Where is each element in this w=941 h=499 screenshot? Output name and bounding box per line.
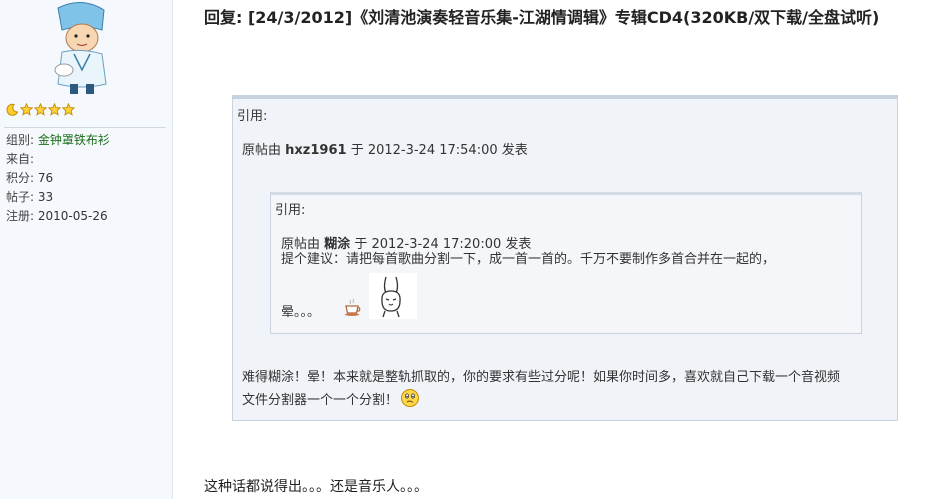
inner-quote-line2: 晕。。。 — [281, 305, 321, 320]
user-registered-row: 注册: 2010-05-26 — [6, 207, 110, 226]
user-group-row: 组别: 金钟罩铁布衫 — [6, 131, 110, 150]
post-content: 回复: [24/3/2012]《刘清池演奏轻音乐集-江湖情调辑》专辑CD4(32… — [173, 0, 941, 499]
points-label: 积分: — [6, 171, 35, 185]
user-info: 组别: 金钟罩铁布衫 来自: 积分: 76 帖子: 33 注册: 2010-05… — [6, 131, 110, 226]
registered-label: 注册: — [6, 209, 35, 223]
post-title: 回复: [24/3/2012]《刘清池演奏轻音乐集-江湖情调辑》专辑CD4(32… — [204, 8, 880, 27]
group-value: 金钟罩铁布衫 — [37, 133, 110, 147]
star-icon — [48, 102, 61, 116]
quoted-reply-line2: 文件分割器一个一个分割！ — [242, 393, 399, 408]
user-avatar[interactable] — [44, 0, 120, 96]
moon-icon — [6, 103, 19, 116]
user-from-row: 来自: — [6, 150, 110, 169]
registered-value: 2010-05-26 — [37, 209, 108, 223]
user-posts-row: 帖子: 33 — [6, 188, 110, 207]
rabbit-emoticon-icon — [369, 273, 417, 319]
quote-by-prefix: 原帖由 — [242, 143, 282, 158]
inner-quote-block: 引用: 原帖由 糊涂 于 2012-3-24 17:20:00 发表 提个建议：… — [270, 192, 862, 334]
star-icon — [34, 102, 47, 116]
inner-quote-label: 引用: — [275, 203, 306, 218]
group-label: 组别: — [6, 133, 35, 147]
quoted-reply-text: 难得糊涂！晕！本来就是整轨抓取的，你的要求有些过分呢！如果你时间多，喜欢就自己下… — [242, 367, 882, 411]
user-rank-stars — [6, 101, 75, 117]
from-label: 来自: — [6, 152, 35, 166]
posts-value: 33 — [37, 190, 54, 204]
quote-attribution: 原帖由 hxz1961 于 2012-3-24 17:54:00 发表 — [242, 139, 528, 158]
quote-label: 引用: — [237, 109, 268, 124]
user-points-row: 积分: 76 — [6, 169, 110, 188]
points-value: 76 — [37, 171, 54, 185]
quote-author[interactable]: hxz1961 — [285, 143, 346, 158]
quoted-reply-line2-row: 文件分割器一个一个分割！ — [242, 388, 882, 411]
star-icon — [62, 102, 75, 116]
quoted-reply-line1: 难得糊涂！晕！本来就是整轨抓取的，你的要求有些过分呢！如果你时间多，喜欢就自己下… — [242, 370, 841, 385]
post-body-text: 这种话都说得出。。。还是音乐人。。。 — [204, 479, 428, 495]
user-sidebar: 组别: 金钟罩铁布衫 来自: 积分: 76 帖子: 33 注册: 2010-05… — [0, 0, 173, 499]
inner-quote-line1: 提个建议：请把每首歌曲分割一下，成一首一首的。千万不要制作多首合并在一起的， — [281, 252, 776, 267]
star-icon — [20, 102, 33, 116]
coffee-cup-icon — [345, 298, 361, 316]
quote-by-suffix: 于 2012-3-24 17:54:00 发表 — [350, 143, 528, 158]
outer-quote-block: 引用: 原帖由 hxz1961 于 2012-3-24 17:54:00 发表 … — [232, 95, 898, 421]
confused-smiley-icon — [401, 389, 420, 407]
posts-label: 帖子: — [6, 190, 35, 204]
sidebar-divider — [4, 127, 166, 128]
